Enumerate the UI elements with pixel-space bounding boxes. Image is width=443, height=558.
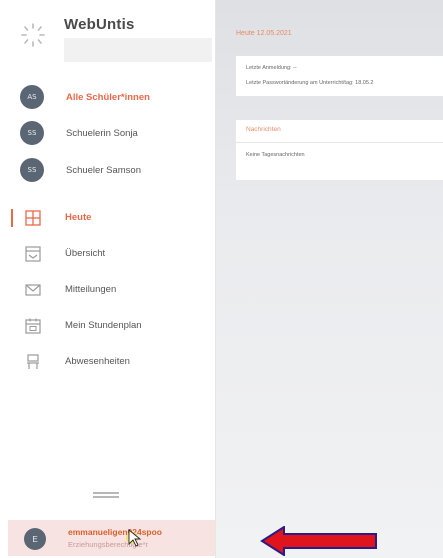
person-schueler-samson[interactable]: SS Schueler Samson [20, 157, 210, 183]
sidebar-item-label: Mein Stundenplan [65, 320, 142, 331]
sidebar-item-mitteilungen[interactable]: Mitteilungen [0, 278, 215, 302]
webuntis-logo-icon [21, 23, 45, 47]
login-info-card: Letzte Anmeldung: -- Letzte Passwortände… [236, 56, 443, 96]
home-grid-icon [25, 210, 41, 226]
divider [236, 142, 443, 143]
today-label: Heute 12.05.2021 [236, 30, 292, 37]
mouse-cursor-icon [126, 529, 142, 547]
person-all-students[interactable]: AS Alle Schüler*innen [20, 84, 210, 110]
messages-empty-text: Keine Tagesnachrichten [246, 152, 305, 158]
sidebar-item-mein-stundenplan[interactable]: Mein Stundenplan [0, 314, 215, 338]
sidebar-item-uebersicht[interactable]: Übersicht [0, 242, 215, 266]
user-account-footer[interactable]: E emmanueligen024spoo Erziehungsberechti… [8, 520, 215, 556]
sidebar-item-abwesenheiten[interactable]: Abwesenheiten [0, 350, 215, 374]
red-arrow-icon [260, 526, 377, 556]
messages-card-title: Nachrichten [246, 126, 281, 133]
avatar: SS [20, 158, 44, 182]
person-label: Alle Schüler*innen [66, 91, 150, 103]
app-title: WebUntis [64, 16, 135, 33]
calendar-icon [25, 318, 41, 334]
person-label: Schueler Samson [66, 164, 141, 176]
absence-icon [27, 354, 39, 369]
user-name: emmanueligen024spoo [68, 527, 163, 537]
avatar: SS [20, 121, 44, 145]
last-password-change-text: Letzte Passwortänderung am Unterricht/ta… [246, 80, 374, 86]
person-schuelerin-sonja[interactable]: SS Schuelerin Sonja [20, 120, 210, 146]
main-content: Heute 12.05.2021 Letzte Anmeldung: -- Le… [216, 0, 443, 558]
sidebar-item-heute[interactable]: Heute [0, 206, 215, 230]
avatar: E [24, 528, 46, 550]
sidebar: WebUntis AS Alle Schüler*innen SS Schuel… [0, 0, 216, 558]
overview-icon [25, 246, 41, 262]
avatar: AS [20, 85, 44, 109]
active-indicator [11, 209, 13, 227]
sidebar-item-label: Übersicht [65, 248, 106, 259]
sidebar-item-label: Abwesenheiten [65, 356, 130, 367]
person-label: Schuelerin Sonja [66, 127, 138, 139]
logo-row: WebUntis [0, 0, 215, 70]
sidebar-item-label: Mitteilungen [65, 284, 117, 295]
sidebar-item-label: Heute [65, 212, 92, 223]
last-login-text: Letzte Anmeldung: -- [246, 65, 297, 71]
mail-icon [25, 284, 41, 296]
collapse-handle[interactable] [93, 492, 119, 500]
header-placeholder-bar [64, 38, 212, 62]
messages-card: Nachrichten Keine Tagesnachrichten [236, 120, 443, 180]
